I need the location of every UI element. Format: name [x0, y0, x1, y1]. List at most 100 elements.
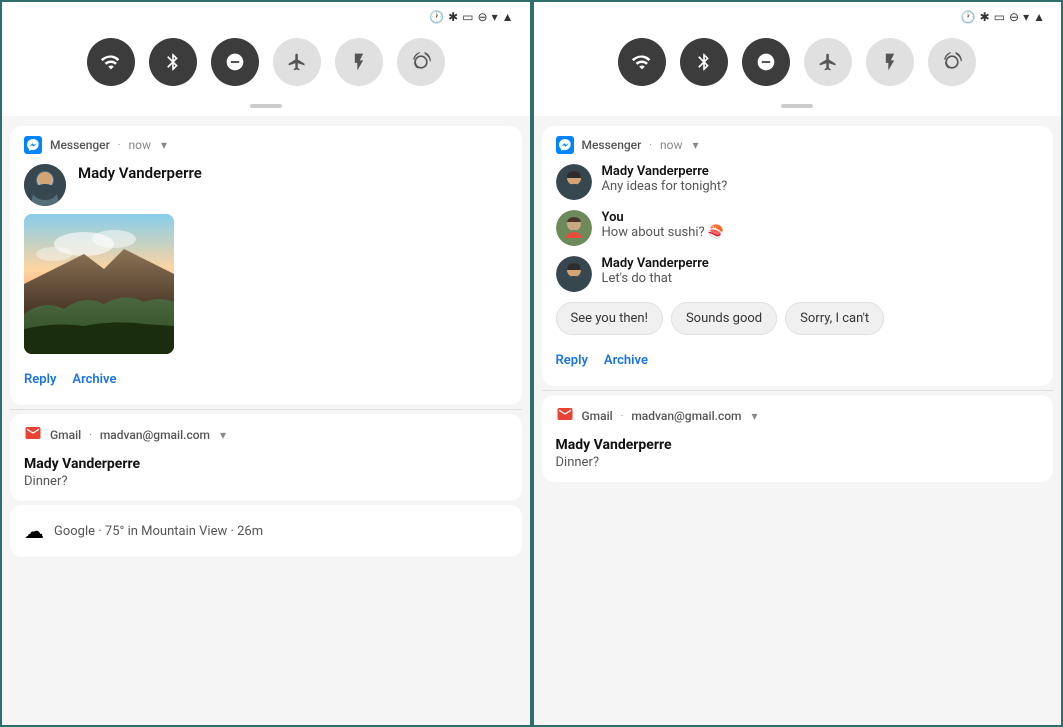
gmail-notif-body: Mady Vanderperre Dinner? [10, 452, 522, 501]
gmail-subject-r: Dinner? [556, 455, 1040, 470]
gmail-notif-header: Gmail · madvan@gmail.com ▾ [10, 414, 522, 452]
wifi-toggle-r[interactable] [618, 38, 666, 86]
gmail-notification-left: Gmail · madvan@gmail.com ▾ Mady Vanderpe… [10, 414, 522, 501]
sender-row: Mady Vanderperre [24, 164, 508, 206]
gmail-app-name: Gmail [50, 428, 81, 442]
conv-row-2: You How about sushi? 🍣 [556, 210, 1040, 246]
chevron-down-icon-r[interactable]: ▾ [692, 138, 698, 152]
conv-sender-2: You [602, 210, 1040, 225]
conv-content-2: You How about sushi? 🍣 [602, 210, 1040, 240]
flashlight-toggle[interactable] [335, 38, 383, 86]
messenger-app-icon [24, 136, 42, 154]
messenger-notification-left: Messenger · now ▾ [10, 126, 522, 405]
wifi-icon-r: ▾ [1023, 10, 1029, 24]
rotate-toggle[interactable] [397, 38, 445, 86]
messenger-notif-header-r: Messenger · now ▾ [542, 126, 1054, 160]
notifications-left: Messenger · now ▾ [2, 116, 530, 725]
cloud-icon: ☁ [24, 519, 44, 543]
notif-actions-right: Reply Archive [556, 343, 1040, 376]
gmail-app-name-r: Gmail [582, 409, 613, 423]
messenger-time-r: now [660, 138, 683, 152]
drag-handle-right [534, 98, 1062, 116]
reply-button-right[interactable]: Reply [556, 349, 588, 372]
dnd-toggle[interactable] [211, 38, 259, 86]
quick-settings-right [534, 28, 1062, 98]
messenger-notification-right: Messenger · now ▾ [542, 126, 1054, 386]
avatar-mady-r2 [556, 256, 592, 292]
drag-handle-left [2, 98, 530, 116]
conv-row-3: Mady Vanderperre Let's do that [556, 256, 1040, 292]
notifications-right: Messenger · now ▾ [534, 116, 1062, 725]
gmail-app-icon-r [556, 405, 574, 427]
divider-1 [10, 409, 522, 410]
cast-icon: ▭ [462, 10, 473, 24]
cast-icon-r: ▭ [994, 10, 1005, 24]
quick-reply-3[interactable]: Sorry, I can't [785, 302, 884, 335]
quick-settings-left [2, 28, 530, 98]
wifi-toggle[interactable] [87, 38, 135, 86]
bluetooth-toggle-r[interactable] [680, 38, 728, 86]
conv-row-1: Mady Vanderperre Any ideas for tonight? [556, 164, 1040, 200]
reply-button-left[interactable]: Reply [24, 368, 56, 391]
alarm-icon-r: 🕐 [961, 10, 976, 24]
gmail-chevron-icon[interactable]: ▾ [220, 428, 226, 442]
bluetooth-toggle[interactable] [149, 38, 197, 86]
conv-sender-1: Mady Vanderperre [602, 164, 1040, 179]
google-weather-notif: ☁ Google · 75° in Mountain View · 26m [10, 505, 522, 557]
messenger-notif-header: Messenger · now ▾ [10, 126, 522, 160]
gmail-notification-right: Gmail · madvan@gmail.com ▾ Mady Vanderpe… [542, 395, 1054, 482]
messenger-notif-body: Mady Vanderperre [10, 160, 522, 405]
archive-button-left[interactable]: Archive [72, 368, 116, 391]
notif-actions-left: Reply Archive [24, 362, 508, 395]
signal-icon: ▲ [502, 10, 514, 24]
sender-name: Mady Vanderperre [78, 164, 202, 184]
dnd-icon-r: ⊖ [1009, 10, 1019, 24]
right-panel: 🕐 ✱ ▭ ⊖ ▾ ▲ [532, 0, 1063, 727]
avatar-mady-r [556, 164, 592, 200]
dnd-icon: ⊖ [478, 10, 488, 24]
airplane-toggle-r[interactable] [804, 38, 852, 86]
quick-reply-2[interactable]: Sounds good [671, 302, 777, 335]
dnd-toggle-r[interactable] [742, 38, 790, 86]
bluetooth-icon-r: ✱ [980, 10, 990, 24]
bluetooth-icon: ✱ [448, 10, 458, 24]
conv-msg-1: Any ideas for tonight? [602, 179, 1040, 194]
wifi-icon: ▾ [492, 10, 498, 24]
message-image [24, 214, 174, 354]
chevron-down-icon[interactable]: ▾ [161, 138, 167, 152]
weather-text: Google · 75° in Mountain View · 26m [54, 524, 263, 539]
status-bar-left: 🕐 ✱ ▭ ⊖ ▾ ▲ [2, 2, 530, 28]
gmail-app-icon [24, 424, 42, 446]
sender-info: Mady Vanderperre [78, 164, 202, 184]
gmail-email: madvan@gmail.com [100, 428, 210, 442]
conv-msg-3: Let's do that [602, 271, 1040, 286]
conv-sender-3: Mady Vanderperre [602, 256, 1040, 271]
signal-icon-r: ▲ [1033, 10, 1045, 24]
divider-r1 [542, 390, 1054, 391]
airplane-toggle[interactable] [273, 38, 321, 86]
messenger-conv-body: Mady Vanderperre Any ideas for tonight? [542, 160, 1054, 386]
flashlight-toggle-r[interactable] [866, 38, 914, 86]
gmail-chevron-icon-r[interactable]: ▾ [752, 409, 758, 423]
messenger-app-name-r: Messenger [582, 138, 642, 152]
alarm-icon: 🕐 [429, 10, 444, 24]
conv-content-1: Mady Vanderperre Any ideas for tonight? [602, 164, 1040, 194]
messenger-app-icon-r [556, 136, 574, 154]
gmail-sender: Mady Vanderperre [24, 456, 508, 472]
archive-button-right[interactable]: Archive [604, 349, 648, 372]
messenger-app-name: Messenger [50, 138, 110, 152]
left-panel: 🕐 ✱ ▭ ⊖ ▾ ▲ [0, 0, 532, 727]
gmail-email-r: madvan@gmail.com [631, 409, 741, 423]
conv-content-3: Mady Vanderperre Let's do that [602, 256, 1040, 286]
quick-replies: See you then! Sounds good Sorry, I can't [556, 302, 1040, 335]
avatar-mady [24, 164, 66, 206]
gmail-subject: Dinner? [24, 474, 508, 489]
messenger-time: now [128, 138, 151, 152]
status-bar-right: 🕐 ✱ ▭ ⊖ ▾ ▲ [534, 2, 1062, 28]
gmail-notif-body-r: Mady Vanderperre Dinner? [542, 433, 1054, 482]
gmail-sender-r: Mady Vanderperre [556, 437, 1040, 453]
gmail-notif-header-r: Gmail · madvan@gmail.com ▾ [542, 395, 1054, 433]
conv-msg-2: How about sushi? 🍣 [602, 225, 1040, 240]
rotate-toggle-r[interactable] [928, 38, 976, 86]
quick-reply-1[interactable]: See you then! [556, 302, 663, 335]
